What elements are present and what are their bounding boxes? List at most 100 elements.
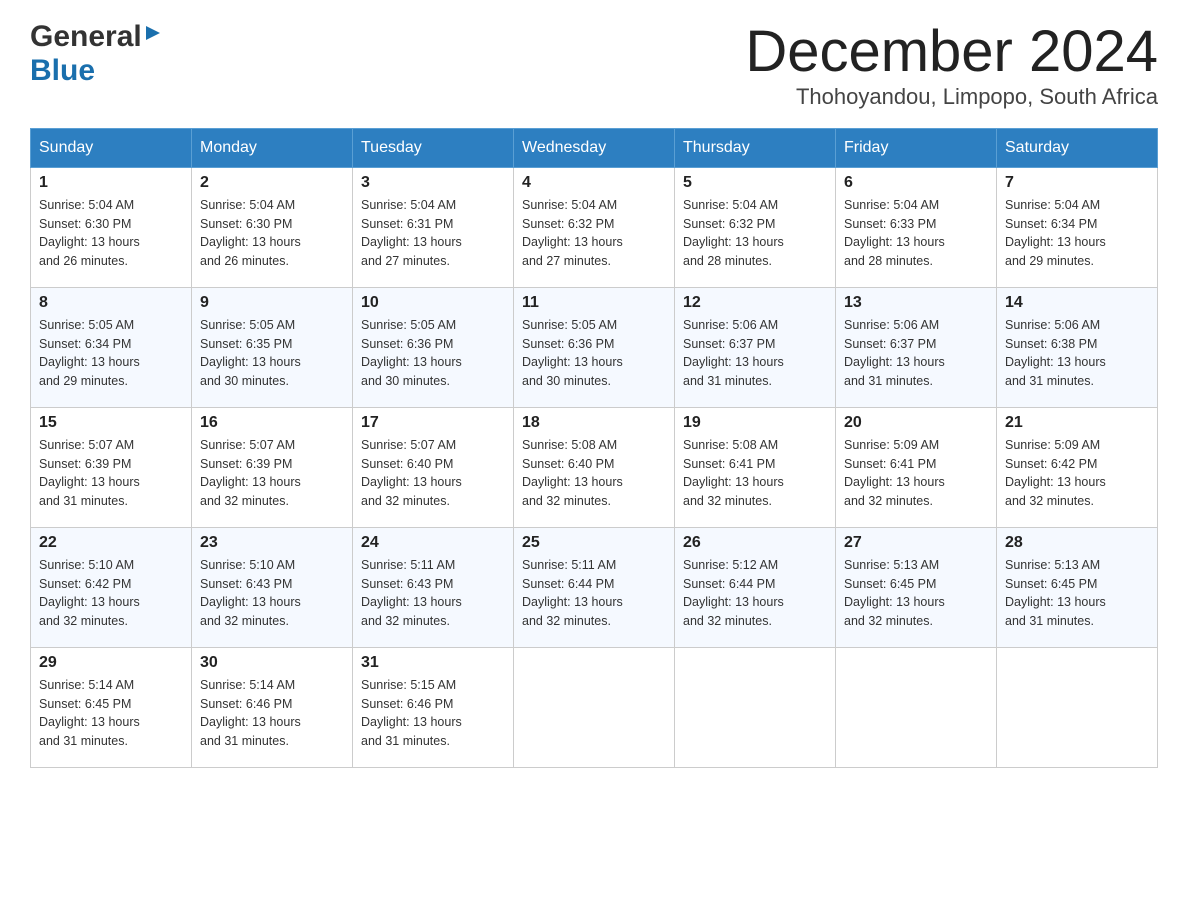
day-number: 16: [200, 414, 344, 432]
location-title: Thohoyandou, Limpopo, South Africa: [745, 84, 1158, 110]
day-number: 28: [1005, 534, 1149, 552]
title-block: December 2024 Thohoyandou, Limpopo, Sout…: [745, 20, 1158, 110]
calendar-cell: 14 Sunrise: 5:06 AM Sunset: 6:38 PM Dayl…: [997, 287, 1158, 407]
day-number: 5: [683, 174, 827, 192]
day-info: Sunrise: 5:05 AM Sunset: 6:36 PM Dayligh…: [361, 316, 505, 391]
calendar-cell: 28 Sunrise: 5:13 AM Sunset: 6:45 PM Dayl…: [997, 527, 1158, 647]
day-number: 7: [1005, 174, 1149, 192]
page-header: General Blue December 2024 Thohoyandou, …: [30, 20, 1158, 110]
calendar-cell: [675, 647, 836, 767]
calendar-table: SundayMondayTuesdayWednesdayThursdayFrid…: [30, 128, 1158, 768]
day-number: 31: [361, 654, 505, 672]
calendar-cell: 13 Sunrise: 5:06 AM Sunset: 6:37 PM Dayl…: [836, 287, 997, 407]
day-number: 11: [522, 294, 666, 312]
day-number: 10: [361, 294, 505, 312]
day-info: Sunrise: 5:14 AM Sunset: 6:46 PM Dayligh…: [200, 676, 344, 751]
calendar-cell: 1 Sunrise: 5:04 AM Sunset: 6:30 PM Dayli…: [31, 167, 192, 287]
month-title: December 2024: [745, 20, 1158, 84]
calendar-cell: 27 Sunrise: 5:13 AM Sunset: 6:45 PM Dayl…: [836, 527, 997, 647]
calendar-cell: 21 Sunrise: 5:09 AM Sunset: 6:42 PM Dayl…: [997, 407, 1158, 527]
day-number: 8: [39, 294, 183, 312]
calendar-header-friday: Friday: [836, 128, 997, 167]
day-info: Sunrise: 5:13 AM Sunset: 6:45 PM Dayligh…: [844, 556, 988, 631]
day-number: 23: [200, 534, 344, 552]
day-info: Sunrise: 5:04 AM Sunset: 6:33 PM Dayligh…: [844, 196, 988, 271]
day-number: 17: [361, 414, 505, 432]
day-number: 27: [844, 534, 988, 552]
day-info: Sunrise: 5:07 AM Sunset: 6:39 PM Dayligh…: [200, 436, 344, 511]
day-info: Sunrise: 5:14 AM Sunset: 6:45 PM Dayligh…: [39, 676, 183, 751]
calendar-cell: 9 Sunrise: 5:05 AM Sunset: 6:35 PM Dayli…: [192, 287, 353, 407]
calendar-cell: 24 Sunrise: 5:11 AM Sunset: 6:43 PM Dayl…: [353, 527, 514, 647]
calendar-header-saturday: Saturday: [997, 128, 1158, 167]
day-info: Sunrise: 5:11 AM Sunset: 6:43 PM Dayligh…: [361, 556, 505, 631]
calendar-cell: [836, 647, 997, 767]
day-info: Sunrise: 5:09 AM Sunset: 6:42 PM Dayligh…: [1005, 436, 1149, 511]
calendar-week-row: 29 Sunrise: 5:14 AM Sunset: 6:45 PM Dayl…: [31, 647, 1158, 767]
calendar-header-row: SundayMondayTuesdayWednesdayThursdayFrid…: [31, 128, 1158, 167]
day-number: 6: [844, 174, 988, 192]
logo-arrow-icon: [142, 22, 164, 49]
calendar-header-sunday: Sunday: [31, 128, 192, 167]
calendar-cell: 22 Sunrise: 5:10 AM Sunset: 6:42 PM Dayl…: [31, 527, 192, 647]
day-number: 22: [39, 534, 183, 552]
day-number: 25: [522, 534, 666, 552]
day-number: 19: [683, 414, 827, 432]
calendar-week-row: 15 Sunrise: 5:07 AM Sunset: 6:39 PM Dayl…: [31, 407, 1158, 527]
day-info: Sunrise: 5:04 AM Sunset: 6:32 PM Dayligh…: [683, 196, 827, 271]
day-info: Sunrise: 5:07 AM Sunset: 6:39 PM Dayligh…: [39, 436, 183, 511]
calendar-week-row: 1 Sunrise: 5:04 AM Sunset: 6:30 PM Dayli…: [31, 167, 1158, 287]
day-number: 24: [361, 534, 505, 552]
calendar-cell: 23 Sunrise: 5:10 AM Sunset: 6:43 PM Dayl…: [192, 527, 353, 647]
day-info: Sunrise: 5:10 AM Sunset: 6:42 PM Dayligh…: [39, 556, 183, 631]
day-number: 1: [39, 174, 183, 192]
day-info: Sunrise: 5:06 AM Sunset: 6:37 PM Dayligh…: [844, 316, 988, 391]
day-number: 26: [683, 534, 827, 552]
day-info: Sunrise: 5:13 AM Sunset: 6:45 PM Dayligh…: [1005, 556, 1149, 631]
day-number: 14: [1005, 294, 1149, 312]
calendar-cell: 2 Sunrise: 5:04 AM Sunset: 6:30 PM Dayli…: [192, 167, 353, 287]
calendar-cell: 11 Sunrise: 5:05 AM Sunset: 6:36 PM Dayl…: [514, 287, 675, 407]
calendar-header-tuesday: Tuesday: [353, 128, 514, 167]
calendar-cell: 17 Sunrise: 5:07 AM Sunset: 6:40 PM Dayl…: [353, 407, 514, 527]
day-info: Sunrise: 5:05 AM Sunset: 6:35 PM Dayligh…: [200, 316, 344, 391]
calendar-header-wednesday: Wednesday: [514, 128, 675, 167]
calendar-cell: 12 Sunrise: 5:06 AM Sunset: 6:37 PM Dayl…: [675, 287, 836, 407]
calendar-header-thursday: Thursday: [675, 128, 836, 167]
day-info: Sunrise: 5:04 AM Sunset: 6:34 PM Dayligh…: [1005, 196, 1149, 271]
calendar-cell: 20 Sunrise: 5:09 AM Sunset: 6:41 PM Dayl…: [836, 407, 997, 527]
calendar-cell: 3 Sunrise: 5:04 AM Sunset: 6:31 PM Dayli…: [353, 167, 514, 287]
calendar-cell: 29 Sunrise: 5:14 AM Sunset: 6:45 PM Dayl…: [31, 647, 192, 767]
calendar-cell: 18 Sunrise: 5:08 AM Sunset: 6:40 PM Dayl…: [514, 407, 675, 527]
calendar-cell: 8 Sunrise: 5:05 AM Sunset: 6:34 PM Dayli…: [31, 287, 192, 407]
calendar-cell: 16 Sunrise: 5:07 AM Sunset: 6:39 PM Dayl…: [192, 407, 353, 527]
day-info: Sunrise: 5:08 AM Sunset: 6:41 PM Dayligh…: [683, 436, 827, 511]
calendar-cell: 30 Sunrise: 5:14 AM Sunset: 6:46 PM Dayl…: [192, 647, 353, 767]
calendar-cell: 10 Sunrise: 5:05 AM Sunset: 6:36 PM Dayl…: [353, 287, 514, 407]
calendar-cell: 19 Sunrise: 5:08 AM Sunset: 6:41 PM Dayl…: [675, 407, 836, 527]
calendar-cell: 7 Sunrise: 5:04 AM Sunset: 6:34 PM Dayli…: [997, 167, 1158, 287]
day-number: 20: [844, 414, 988, 432]
calendar-cell: [997, 647, 1158, 767]
day-number: 13: [844, 294, 988, 312]
day-number: 15: [39, 414, 183, 432]
calendar-cell: 25 Sunrise: 5:11 AM Sunset: 6:44 PM Dayl…: [514, 527, 675, 647]
calendar-cell: 15 Sunrise: 5:07 AM Sunset: 6:39 PM Dayl…: [31, 407, 192, 527]
day-info: Sunrise: 5:04 AM Sunset: 6:31 PM Dayligh…: [361, 196, 505, 271]
day-info: Sunrise: 5:09 AM Sunset: 6:41 PM Dayligh…: [844, 436, 988, 511]
day-info: Sunrise: 5:10 AM Sunset: 6:43 PM Dayligh…: [200, 556, 344, 631]
logo-blue-text: Blue: [30, 54, 95, 88]
logo: General Blue: [30, 20, 164, 88]
day-info: Sunrise: 5:05 AM Sunset: 6:34 PM Dayligh…: [39, 316, 183, 391]
day-number: 29: [39, 654, 183, 672]
logo-general-text: General: [30, 20, 142, 54]
calendar-header-monday: Monday: [192, 128, 353, 167]
day-info: Sunrise: 5:08 AM Sunset: 6:40 PM Dayligh…: [522, 436, 666, 511]
day-info: Sunrise: 5:11 AM Sunset: 6:44 PM Dayligh…: [522, 556, 666, 631]
calendar-week-row: 22 Sunrise: 5:10 AM Sunset: 6:42 PM Dayl…: [31, 527, 1158, 647]
day-info: Sunrise: 5:04 AM Sunset: 6:30 PM Dayligh…: [39, 196, 183, 271]
day-info: Sunrise: 5:04 AM Sunset: 6:32 PM Dayligh…: [522, 196, 666, 271]
day-number: 2: [200, 174, 344, 192]
day-number: 9: [200, 294, 344, 312]
day-number: 12: [683, 294, 827, 312]
